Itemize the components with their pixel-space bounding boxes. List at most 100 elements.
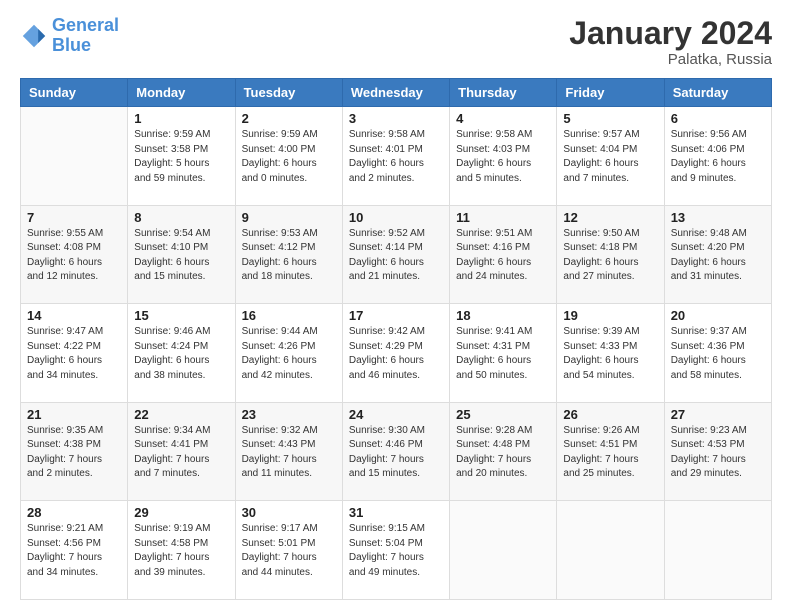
page: General Blue January 2024 Palatka, Russi… [0,0,792,612]
calendar-cell [664,501,771,600]
day-number: 3 [349,111,443,126]
day-number: 30 [242,505,336,520]
logo: General Blue [20,16,119,56]
calendar-cell: 12Sunrise: 9:50 AM Sunset: 4:18 PM Dayli… [557,205,664,304]
day-info: Sunrise: 9:30 AM Sunset: 4:46 PM Dayligh… [349,424,443,482]
day-number: 28 [27,505,121,520]
day-number: 5 [563,111,657,126]
day-number: 19 [563,308,657,323]
day-number: 24 [349,407,443,422]
col-sunday: Sunday [21,79,128,107]
calendar-cell: 25 Sunrise: 9:28 AM Sunset: 4:48 PM Dayli… [450,402,557,501]
day-number: 9 [242,210,336,225]
day-number: 10 [349,210,443,225]
calendar-cell: 24 Sunrise: 9:30 AM Sunset: 4:46 PM Dayli… [342,402,449,501]
day-info: Sunrise: 9:32 AM Sunset: 4:43 PM Dayligh… [242,424,336,482]
calendar-cell: 19 Sunrise: 9:39 AM Sunset: 4:33 PM Dayli… [557,304,664,403]
day-number: 6 [671,111,765,126]
calendar-header-row: Sunday Monday Tuesday Wednesday Thursday… [21,79,772,107]
day-info: Sunrise: 9:41 AM Sunset: 4:31 PM Dayligh… [456,325,550,383]
calendar-cell: 15Sunrise: 9:46 AM Sunset: 4:24 PM Dayli… [128,304,235,403]
calendar-week-row: 21Sunrise: 9:35 AM Sunset: 4:38 PM Dayli… [21,402,772,501]
day-number: 16 [242,308,336,323]
calendar-cell: 7 Sunrise: 9:55 AM Sunset: 4:08 PM Daylig… [21,205,128,304]
title-block: January 2024 Palatka, Russia [569,16,772,68]
logo-text: General Blue [52,16,119,56]
day-number: 23 [242,407,336,422]
day-info: Sunrise: 9:39 AM Sunset: 4:33 PM Dayligh… [563,325,657,383]
calendar-cell: 1 Sunrise: 9:59 AM Sunset: 3:58 PM Daylig… [128,107,235,206]
calendar-cell: 9 Sunrise: 9:53 AM Sunset: 4:12 PM Daylig… [235,205,342,304]
day-info: Sunrise: 9:57 AM Sunset: 4:04 PM Dayligh… [563,128,657,186]
calendar-cell: 8 Sunrise: 9:54 AM Sunset: 4:10 PM Daylig… [128,205,235,304]
day-info: Sunrise: 9:59 AM Sunset: 3:58 PM Dayligh… [134,128,228,186]
day-info: Sunrise: 9:55 AM Sunset: 4:08 PM Dayligh… [27,227,121,285]
day-number: 12 [563,210,657,225]
calendar-cell: 30 Sunrise: 9:17 AM Sunset: 5:01 PM Dayli… [235,501,342,600]
day-number: 25 [456,407,550,422]
day-number: 29 [134,505,228,520]
day-info: Sunrise: 9:52 AM Sunset: 4:14 PM Dayligh… [349,227,443,285]
calendar-cell: 17 Sunrise: 9:42 AM Sunset: 4:29 PM Dayli… [342,304,449,403]
day-info: Sunrise: 9:42 AM Sunset: 4:29 PM Dayligh… [349,325,443,383]
calendar-cell: 2Sunrise: 9:59 AM Sunset: 4:00 PM Daylig… [235,107,342,206]
day-number: 27 [671,407,765,422]
col-tuesday: Tuesday [235,79,342,107]
day-info: Sunrise: 9:34 AM Sunset: 4:41 PM Dayligh… [134,424,228,482]
day-info: Sunrise: 9:46 AM Sunset: 4:24 PM Dayligh… [134,325,228,383]
subtitle: Palatka, Russia [569,51,772,68]
day-number: 17 [349,308,443,323]
day-info: Sunrise: 9:48 AM Sunset: 4:20 PM Dayligh… [671,227,765,285]
day-info: Sunrise: 9:28 AM Sunset: 4:48 PM Dayligh… [456,424,550,482]
day-info: Sunrise: 9:19 AM Sunset: 4:58 PM Dayligh… [134,522,228,580]
col-saturday: Saturday [664,79,771,107]
day-info: Sunrise: 9:53 AM Sunset: 4:12 PM Dayligh… [242,227,336,285]
logo-icon [20,22,48,50]
col-thursday: Thursday [450,79,557,107]
calendar-cell: 6 Sunrise: 9:56 AM Sunset: 4:06 PM Daylig… [664,107,771,206]
day-info: Sunrise: 9:47 AM Sunset: 4:22 PM Dayligh… [27,325,121,383]
col-wednesday: Wednesday [342,79,449,107]
day-number: 14 [27,308,121,323]
calendar-cell [21,107,128,206]
main-title: January 2024 [569,16,772,51]
calendar-cell: 14 Sunrise: 9:47 AM Sunset: 4:22 PM Dayli… [21,304,128,403]
calendar-cell [557,501,664,600]
calendar-cell: 20Sunrise: 9:37 AM Sunset: 4:36 PM Dayli… [664,304,771,403]
calendar-cell: 16Sunrise: 9:44 AM Sunset: 4:26 PM Dayli… [235,304,342,403]
day-info: Sunrise: 9:26 AM Sunset: 4:51 PM Dayligh… [563,424,657,482]
calendar-cell: 22 Sunrise: 9:34 AM Sunset: 4:41 PM Dayli… [128,402,235,501]
calendar-cell: 26Sunrise: 9:26 AM Sunset: 4:51 PM Dayli… [557,402,664,501]
day-info: Sunrise: 9:54 AM Sunset: 4:10 PM Dayligh… [134,227,228,285]
day-info: Sunrise: 9:23 AM Sunset: 4:53 PM Dayligh… [671,424,765,482]
calendar-cell: 31 Sunrise: 9:15 AM Sunset: 5:04 PM Dayli… [342,501,449,600]
day-info: Sunrise: 9:15 AM Sunset: 5:04 PM Dayligh… [349,522,443,580]
col-monday: Monday [128,79,235,107]
calendar-cell: 13 Sunrise: 9:48 AM Sunset: 4:20 PM Dayli… [664,205,771,304]
calendar-week-row: 28Sunrise: 9:21 AM Sunset: 4:56 PM Dayli… [21,501,772,600]
day-info: Sunrise: 9:56 AM Sunset: 4:06 PM Dayligh… [671,128,765,186]
day-number: 11 [456,210,550,225]
calendar-cell: 11 Sunrise: 9:51 AM Sunset: 4:16 PM Dayli… [450,205,557,304]
calendar-cell: 10 Sunrise: 9:52 AM Sunset: 4:14 PM Dayli… [342,205,449,304]
day-number: 7 [27,210,121,225]
day-info: Sunrise: 9:17 AM Sunset: 5:01 PM Dayligh… [242,522,336,580]
calendar-cell: 21Sunrise: 9:35 AM Sunset: 4:38 PM Dayli… [21,402,128,501]
col-friday: Friday [557,79,664,107]
day-info: Sunrise: 9:51 AM Sunset: 4:16 PM Dayligh… [456,227,550,285]
calendar-cell: 23 Sunrise: 9:32 AM Sunset: 4:43 PM Dayli… [235,402,342,501]
day-number: 22 [134,407,228,422]
calendar-cell [450,501,557,600]
day-number: 2 [242,111,336,126]
day-number: 13 [671,210,765,225]
calendar-cell: 29 Sunrise: 9:19 AM Sunset: 4:58 PM Dayli… [128,501,235,600]
header: General Blue January 2024 Palatka, Russi… [20,16,772,68]
calendar-week-row: 14 Sunrise: 9:47 AM Sunset: 4:22 PM Dayli… [21,304,772,403]
calendar-cell: 4Sunrise: 9:58 AM Sunset: 4:03 PM Daylig… [450,107,557,206]
calendar-cell: 18 Sunrise: 9:41 AM Sunset: 4:31 PM Dayli… [450,304,557,403]
day-number: 8 [134,210,228,225]
calendar-cell: 28Sunrise: 9:21 AM Sunset: 4:56 PM Dayli… [21,501,128,600]
day-number: 1 [134,111,228,126]
day-number: 31 [349,505,443,520]
day-number: 18 [456,308,550,323]
